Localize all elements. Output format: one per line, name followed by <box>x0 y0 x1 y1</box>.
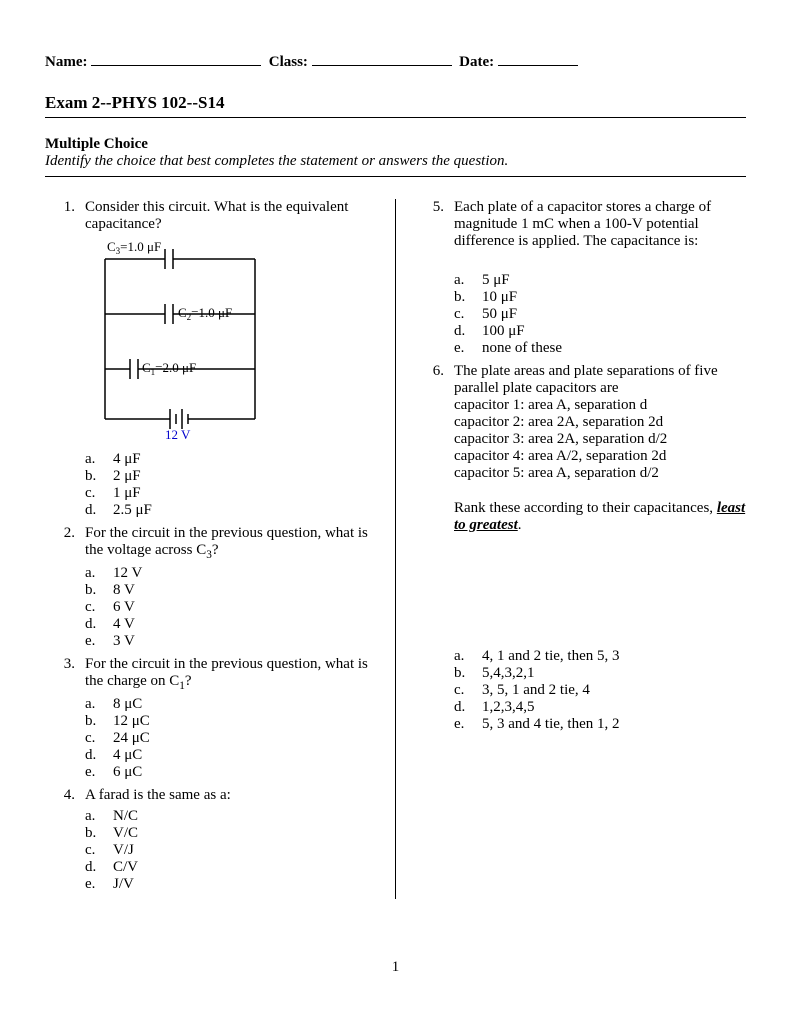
right-column: 5. Each plate of a capacitor stores a ch… <box>395 199 746 899</box>
page-number: 1 <box>45 959 746 976</box>
svg-text:C3=1.0 μF: C3=1.0 μF <box>107 239 161 256</box>
q4-choice-d: d.C/V <box>85 859 377 876</box>
q2-text: For the circuit in the previous question… <box>85 525 377 561</box>
q4-num: 4. <box>45 787 85 804</box>
q2-choice-c: c.6 V <box>85 599 377 616</box>
class-blank <box>312 50 452 66</box>
title-section: Exam 2--PHYS 102--S14 <box>45 93 746 118</box>
q6-cap2: capacitor 2: area 2A, separation 2d <box>454 414 746 431</box>
q3-choices: a.8 μC b.12 μC c.24 μC d.4 μC e.6 μC <box>85 696 377 781</box>
name-label: Name: <box>45 54 87 70</box>
q6-choice-d: d.1,2,3,4,5 <box>454 699 746 716</box>
q6-body: The plate areas and plate separations of… <box>454 363 746 534</box>
date-blank <box>498 50 578 66</box>
q6-cap1: capacitor 1: area A, separation d <box>454 397 746 414</box>
columns: 1. Consider this circuit. What is the eq… <box>45 176 746 899</box>
q6-text: The plate areas and plate separations of… <box>454 363 746 397</box>
q6-choices: a.4, 1 and 2 tie, then 5, 3 b.5,4,3,2,1 … <box>454 648 746 733</box>
header-fields: Name: Class: Date: <box>45 50 746 71</box>
date-label: Date: <box>459 54 494 70</box>
q1-choice-d: d.2.5 μF <box>85 502 377 519</box>
q5-choice-c: c.50 μF <box>454 306 746 323</box>
question-5: 5. Each plate of a capacitor stores a ch… <box>414 199 746 250</box>
q5-choice-e: e.none of these <box>454 340 746 357</box>
question-6: 6. The plate areas and plate separations… <box>414 363 746 534</box>
question-4: 4. A farad is the same as a: <box>45 787 377 804</box>
q4-choice-b: b.V/C <box>85 825 377 842</box>
q6-choice-c: c.3, 5, 1 and 2 tie, 4 <box>454 682 746 699</box>
q4-choice-c: c.V/J <box>85 842 377 859</box>
q6-cap5: capacitor 5: area A, separation d/2 <box>454 465 746 482</box>
q4-choices: a.N/C b.V/C c.V/J d.C/V e.J/V <box>85 808 377 893</box>
q6-cap4: capacitor 4: area A/2, separation 2d <box>454 448 746 465</box>
q6-rank: Rank these according to their capacitanc… <box>454 500 746 534</box>
name-blank <box>91 50 261 66</box>
q3-choice-d: d.4 μC <box>85 747 377 764</box>
q1-choices: a.4 μF b.2 μF c.1 μF d.2.5 μF <box>85 451 377 519</box>
class-label: Class: <box>269 54 308 70</box>
question-3: 3. For the circuit in the previous quest… <box>45 656 377 692</box>
q2-choices: a.12 V b.8 V c.6 V d.4 V e.3 V <box>85 565 377 650</box>
q5-text: Each plate of a capacitor stores a charg… <box>454 199 746 250</box>
q2-choice-b: b.8 V <box>85 582 377 599</box>
q3-choice-c: c.24 μC <box>85 730 377 747</box>
q2-choice-a: a.12 V <box>85 565 377 582</box>
instructions: Identify the choice that best completes … <box>45 153 746 170</box>
q5-choices: a.5 μF b.10 μF c.50 μF d.100 μF e.none o… <box>454 272 746 357</box>
q6-choice-a: a.4, 1 and 2 tie, then 5, 3 <box>454 648 746 665</box>
q4-choice-e: e.J/V <box>85 876 377 893</box>
q6-choice-b: b.5,4,3,2,1 <box>454 665 746 682</box>
q6-choice-e: e.5, 3 and 4 tie, then 1, 2 <box>454 716 746 733</box>
q3-choice-a: a.8 μC <box>85 696 377 713</box>
q1-text: Consider this circuit. What is the equiv… <box>85 199 377 233</box>
q3-choice-b: b.12 μC <box>85 713 377 730</box>
q5-choice-a: a.5 μF <box>454 272 746 289</box>
q5-choice-b: b.10 μF <box>454 289 746 306</box>
q4-text: A farad is the same as a: <box>85 787 377 804</box>
q3-num: 3. <box>45 656 85 692</box>
q6-cap3: capacitor 3: area 2A, separation d/2 <box>454 431 746 448</box>
q2-choice-e: e.3 V <box>85 633 377 650</box>
q1-num: 1. <box>45 199 85 233</box>
svg-text:C2=1.0 μF: C2=1.0 μF <box>178 305 232 322</box>
q2-choice-d: d.4 V <box>85 616 377 633</box>
q5-num: 5. <box>414 199 454 250</box>
q4-choice-a: a.N/C <box>85 808 377 825</box>
q3-text: For the circuit in the previous question… <box>85 656 377 692</box>
circuit-diagram: C3=1.0 μF C2=1.0 μF C1=2.0 μF 12 V <box>85 239 377 449</box>
svg-text:C1=2.0 μF: C1=2.0 μF <box>142 360 196 377</box>
q5-choice-d: d.100 μF <box>454 323 746 340</box>
q6-num: 6. <box>414 363 454 534</box>
exam-title: Exam 2--PHYS 102--S14 <box>45 93 746 113</box>
q1-choice-b: b.2 μF <box>85 468 377 485</box>
svg-text:12 V: 12 V <box>165 427 191 442</box>
section-label: Multiple Choice <box>45 136 746 153</box>
q2-num: 2. <box>45 525 85 561</box>
question-2: 2. For the circuit in the previous quest… <box>45 525 377 561</box>
q1-choice-a: a.4 μF <box>85 451 377 468</box>
q1-choice-c: c.1 μF <box>85 485 377 502</box>
q3-choice-e: e.6 μC <box>85 764 377 781</box>
question-1: 1. Consider this circuit. What is the eq… <box>45 199 377 233</box>
left-column: 1. Consider this circuit. What is the eq… <box>45 199 395 899</box>
